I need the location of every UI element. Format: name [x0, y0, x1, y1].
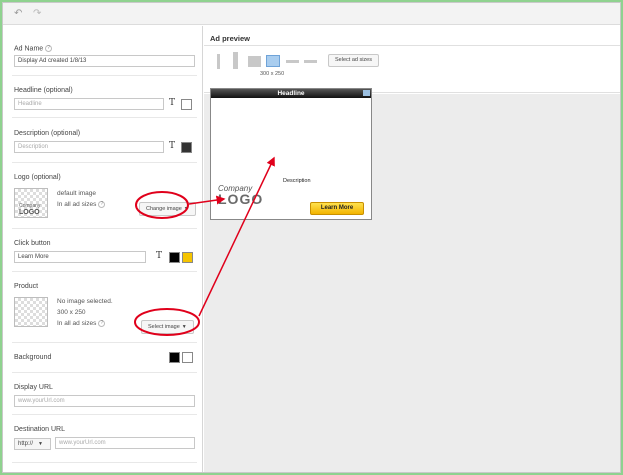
selected-size-label: 300 x 250: [260, 71, 285, 77]
headline-section: Headline (optional) Headline T: [12, 76, 197, 118]
ad-description: Description: [283, 178, 311, 184]
text-style-icon[interactable]: T: [169, 141, 175, 151]
ad-name-input[interactable]: Display Ad created 1/8/13: [14, 55, 195, 67]
logo-sizes-text: In all ad sizes?: [57, 201, 106, 209]
background-section: Background: [12, 343, 197, 373]
logo-sizes-label: In all ad sizes: [57, 201, 97, 209]
text-style-icon[interactable]: T: [156, 251, 162, 261]
ad-builder-window: ↶ ↷ Ad Name? Display Ad created 1/8/13 H…: [2, 2, 621, 473]
text-style-icon[interactable]: T: [169, 98, 175, 108]
ad-size-banner[interactable]: [286, 60, 299, 63]
ad-name-label: Ad Name?: [14, 45, 53, 53]
destination-url-label: Destination URL: [14, 426, 65, 433]
display-url-input[interactable]: www.yourUrl.com: [14, 395, 195, 407]
ad-size-selector: Select ad sizes 300 x 250: [204, 45, 620, 93]
display-url-section: Display URL www.yourUrl.com: [12, 373, 197, 415]
protocol-value: http://: [18, 441, 34, 447]
ad-size-skyscraper-narrow[interactable]: [217, 54, 220, 69]
product-sizes-label: In all ad sizes: [57, 320, 97, 328]
toolbar: ↶ ↷: [3, 3, 620, 25]
button-text-color-swatch[interactable]: [169, 252, 180, 263]
description-label: Description (optional): [14, 130, 81, 137]
logo-thumbnail: Company LOGO: [14, 188, 48, 218]
help-icon[interactable]: ?: [98, 320, 106, 327]
logo-label: Logo (optional): [14, 174, 61, 181]
product-status-text: No image selected.: [57, 298, 113, 305]
click-button-input[interactable]: Learn More: [14, 251, 146, 263]
click-button-section: Click button Learn More T: [12, 229, 197, 272]
select-image-label: Select image: [148, 324, 180, 330]
ad-headline-text: Headline: [277, 90, 305, 97]
background-color-swatch-dark[interactable]: [169, 352, 180, 363]
logo-section: Logo (optional) Company LOGO default imag…: [12, 163, 197, 229]
button-color-swatch[interactable]: [182, 252, 193, 263]
destination-url-input[interactable]: www.yourUrl.com: [55, 437, 195, 449]
chevron-down-icon: ▼: [181, 324, 187, 330]
ad-name-label-text: Ad Name: [14, 45, 44, 53]
ad-name-section: Ad Name? Display Ad created 1/8/13: [12, 26, 197, 76]
ad-size-square[interactable]: [248, 56, 261, 67]
description-color-swatch[interactable]: [181, 142, 192, 153]
help-icon[interactable]: ?: [98, 201, 106, 208]
background-color-swatch-light[interactable]: [182, 352, 193, 363]
chevron-down-icon: ▼: [183, 206, 189, 212]
logo-status-text: default image: [57, 190, 97, 197]
background-label: Background: [14, 354, 52, 361]
product-section: Product No image selected. 300 x 250 In …: [12, 272, 197, 343]
display-url-label: Display URL: [14, 384, 53, 391]
ad-size-leaderboard[interactable]: [304, 60, 317, 63]
ad-size-skyscraper-wide[interactable]: [233, 52, 238, 69]
headline-label: Headline (optional): [14, 87, 73, 94]
chevron-down-icon: ▼: [38, 441, 43, 447]
undo-icon[interactable]: ↶: [14, 8, 22, 19]
adchoices-icon: [363, 90, 370, 96]
change-image-button[interactable]: Change image ▼: [139, 202, 196, 216]
ad-logo-text: LOGO: [218, 191, 264, 207]
select-ad-sizes-button[interactable]: Select ad sizes: [328, 54, 379, 67]
description-input[interactable]: Description: [14, 141, 164, 153]
ad-preview: Headline Description Company LOGO Learn …: [210, 88, 372, 220]
product-thumbnail: [14, 297, 48, 327]
ad-preview-panel: Ad preview Select ad sizes 300 x 250 Hea…: [204, 26, 620, 472]
description-section: Description (optional) Description T: [12, 118, 197, 163]
headline-input[interactable]: Headline: [14, 98, 164, 110]
help-icon[interactable]: ?: [45, 45, 53, 52]
protocol-select[interactable]: http:// ▼: [14, 438, 51, 450]
click-button-label: Click button: [14, 240, 51, 247]
ad-preview-title: Ad preview: [210, 34, 251, 43]
select-image-button[interactable]: Select image ▼: [141, 320, 194, 334]
ad-learn-more-button: Learn More: [310, 202, 364, 215]
headline-color-swatch[interactable]: [181, 99, 192, 110]
ad-headline: Headline: [211, 89, 371, 98]
ad-form-panel: Ad Name? Display Ad created 1/8/13 Headl…: [3, 26, 203, 472]
redo-icon[interactable]: ↷: [33, 8, 41, 19]
ad-size-300x250-selected[interactable]: [266, 55, 280, 67]
product-dimensions-text: 300 x 250: [57, 309, 86, 316]
change-image-label: Change image: [146, 206, 182, 212]
product-sizes-text: In all ad sizes?: [57, 320, 106, 328]
ad-logo: Company LOGO: [218, 185, 264, 207]
logo-thumbnail-text: Company LOGO: [19, 203, 40, 216]
destination-url-section: Destination URL http:// ▼ www.yourUrl.com: [12, 415, 197, 463]
thumb-logo-text: LOGO: [19, 209, 40, 216]
product-label: Product: [14, 283, 39, 290]
